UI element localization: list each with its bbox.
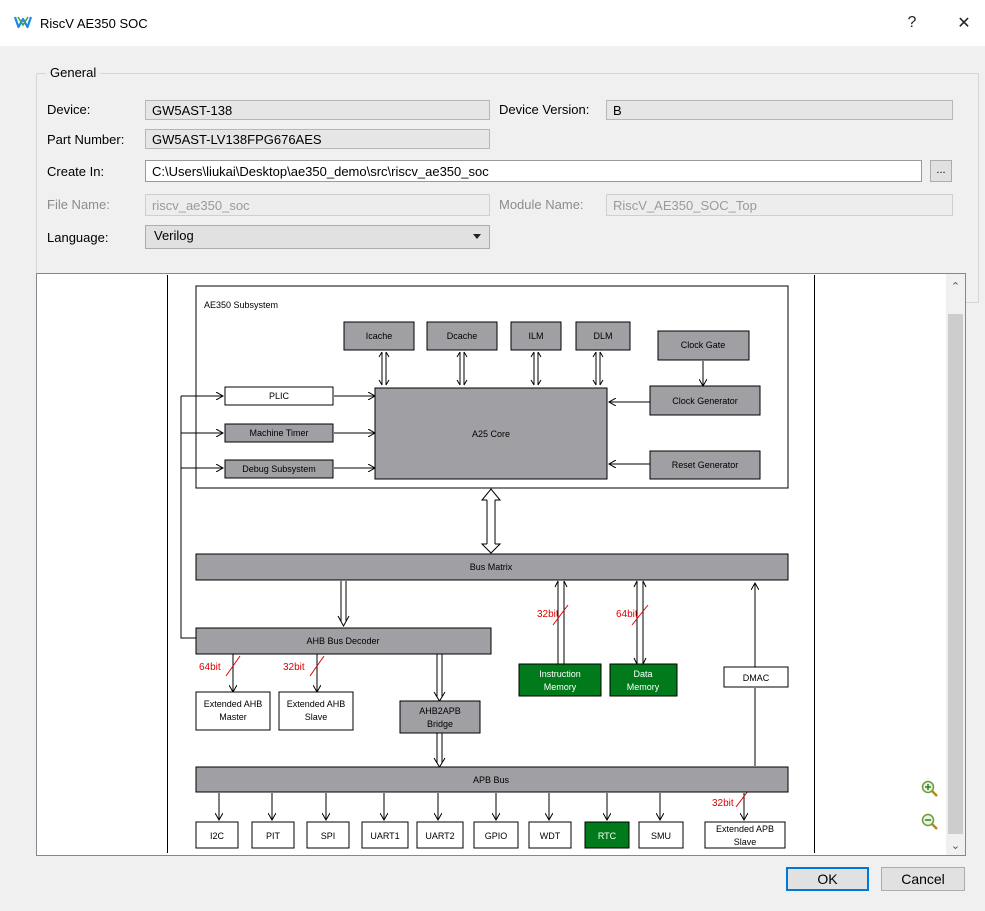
i2c-label: I2C bbox=[210, 831, 225, 841]
subsystem-title: AE350 Subsystem bbox=[204, 300, 278, 310]
ext-ahb-master-label-1: Extended AHB bbox=[204, 699, 263, 709]
wdt-label: WDT bbox=[540, 831, 561, 841]
ahb-decoder-label: AHB Bus Decoder bbox=[306, 636, 379, 646]
bus-matrix-label: Bus Matrix bbox=[470, 562, 513, 572]
pit-label: PIT bbox=[266, 831, 281, 841]
ext-ahb-master-label-2: Master bbox=[219, 712, 247, 722]
plic-label: PLIC bbox=[269, 391, 290, 401]
width-32bit-instruction: 32bit bbox=[537, 609, 559, 620]
debug-subsystem-label: Debug Subsystem bbox=[242, 464, 316, 474]
clock-generator-label: Clock Generator bbox=[672, 396, 738, 406]
cancel-button[interactable]: Cancel bbox=[881, 867, 965, 891]
width-64bit-ahb-master: 64bit bbox=[199, 662, 221, 673]
diagram-scrollbar[interactable]: ⌃ ⌄ bbox=[946, 274, 965, 855]
ext-ahb-master-block bbox=[195, 691, 271, 731]
scroll-up-icon[interactable]: ⌃ bbox=[946, 278, 965, 296]
ext-ahb-slave-label-1: Extended AHB bbox=[287, 699, 346, 709]
zoom-out-icon[interactable] bbox=[920, 812, 940, 832]
dmac-label: DMAC bbox=[743, 673, 770, 683]
dlm-label: DLM bbox=[593, 331, 612, 341]
ahb2apb-label-1: AHB2APB bbox=[419, 706, 461, 716]
ext-apb-slave-label-2: Slave bbox=[734, 837, 757, 847]
uart1-label: UART1 bbox=[370, 831, 399, 841]
ok-button[interactable]: OK bbox=[786, 867, 869, 891]
reset-generator-label: Reset Generator bbox=[672, 460, 739, 470]
gpio-label: GPIO bbox=[485, 831, 508, 841]
ilm-label: ILM bbox=[528, 331, 543, 341]
spi-label: SPI bbox=[321, 831, 336, 841]
data-memory-label-2: Memory bbox=[627, 682, 660, 692]
data-memory-label-1: Data bbox=[633, 669, 652, 679]
instruction-memory-label-2: Memory bbox=[544, 682, 577, 692]
clock-gate-label: Clock Gate bbox=[681, 340, 726, 350]
smu-label: SMU bbox=[651, 831, 671, 841]
block-diagram: AE350 Subsystem Icache Dcache ILM DLM Cl… bbox=[180, 285, 789, 849]
ahb2apb-label-2: Bridge bbox=[427, 719, 453, 729]
apb-bus-label: APB Bus bbox=[473, 775, 510, 785]
rtc-label: RTC bbox=[598, 831, 617, 841]
uart2-label: UART2 bbox=[425, 831, 454, 841]
ext-apb-slave-label-1: Extended APB bbox=[716, 824, 774, 834]
icache-label: Icache bbox=[366, 331, 393, 341]
zoom-in-icon[interactable] bbox=[920, 779, 940, 799]
width-32bit-apb-slave: 32bit bbox=[712, 798, 734, 809]
dcache-label: Dcache bbox=[447, 331, 478, 341]
scrollbar-thumb[interactable] bbox=[948, 314, 963, 834]
scroll-down-icon[interactable]: ⌄ bbox=[946, 837, 965, 855]
width-64bit-data: 64bit bbox=[616, 609, 638, 620]
machine-timer-label: Machine Timer bbox=[249, 428, 308, 438]
ext-ahb-slave-label-2: Slave bbox=[305, 712, 328, 722]
instruction-memory-label-1: Instruction bbox=[539, 669, 581, 679]
ext-ahb-slave-block bbox=[278, 691, 354, 731]
core-label: A25 Core bbox=[472, 429, 510, 439]
width-32bit-ahb-slave: 32bit bbox=[283, 662, 305, 673]
